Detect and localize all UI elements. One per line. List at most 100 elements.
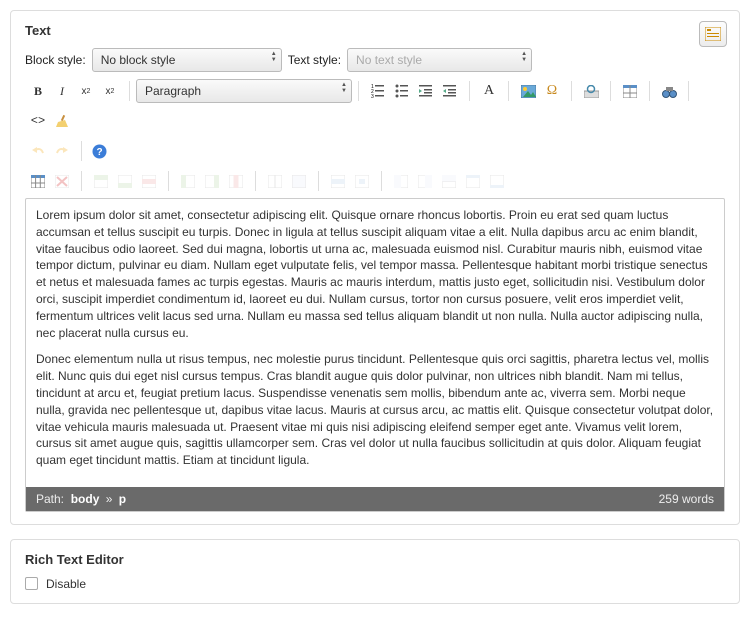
expand-panel-button[interactable] — [699, 21, 727, 47]
find-replace-button[interactable] — [658, 80, 680, 102]
insert-image-button[interactable] — [517, 80, 539, 102]
special-char-button[interactable]: Ω — [541, 80, 563, 102]
italic-icon: I — [54, 83, 70, 99]
row-before-button[interactable] — [90, 170, 112, 192]
indent-icon — [442, 83, 458, 99]
superscript-icon: x2 — [102, 83, 118, 99]
link-icon — [583, 83, 599, 99]
delete-col-button[interactable] — [225, 170, 247, 192]
table-misc1-icon — [393, 173, 409, 189]
undo-icon — [30, 143, 46, 159]
select-arrows-icon: ▲▼ — [341, 82, 347, 94]
table-misc4-button[interactable] — [462, 170, 484, 192]
table-delete-icon — [54, 173, 70, 189]
editor-frame: Lorem ipsum dolor sit amet, consectetur … — [25, 198, 725, 512]
delete-row-icon — [141, 173, 157, 189]
format-value: Paragraph — [145, 84, 201, 98]
row-props-icon — [330, 173, 346, 189]
panel-title: Text — [25, 23, 725, 38]
unordered-list-icon — [394, 83, 410, 99]
select-arrows-icon: ▲▼ — [521, 51, 527, 63]
text-panel: Text Block style: No block style ▲▼ Text… — [10, 10, 740, 525]
word-count: 259 words — [659, 492, 714, 506]
col-after-button[interactable] — [201, 170, 223, 192]
binoculars-icon — [661, 83, 677, 99]
broom-icon — [54, 113, 70, 129]
svg-text:?: ? — [96, 147, 102, 158]
superscript-button[interactable]: x2 — [99, 80, 121, 102]
toolbar-row-3 — [25, 168, 725, 194]
element-path[interactable]: Path: body » p — [36, 492, 126, 506]
table-misc2-icon — [417, 173, 433, 189]
omega-icon: Ω — [544, 83, 560, 99]
detail-view-icon — [705, 26, 721, 42]
indent-button[interactable] — [439, 80, 461, 102]
text-style-value: No text style — [356, 53, 422, 67]
redo-icon — [54, 143, 70, 159]
clear-formatting-button[interactable] — [51, 110, 73, 132]
link-button[interactable] — [580, 80, 602, 102]
table-props-button[interactable] — [27, 170, 49, 192]
undo-button[interactable] — [27, 140, 49, 162]
select-arrows-icon: ▲▼ — [271, 51, 277, 63]
row-before-icon — [93, 173, 109, 189]
bold-button[interactable]: B — [27, 80, 49, 102]
redo-button[interactable] — [51, 140, 73, 162]
unordered-list-button[interactable] — [391, 80, 413, 102]
table-misc3-button[interactable] — [438, 170, 460, 192]
status-bar: Path: body » p 259 words — [26, 487, 724, 511]
col-after-icon — [204, 173, 220, 189]
block-style-value: No block style — [101, 53, 176, 67]
help-button[interactable]: ? — [88, 140, 110, 162]
ordered-list-button[interactable]: 123 — [367, 80, 389, 102]
table-misc1-button[interactable] — [390, 170, 412, 192]
format-select[interactable]: Paragraph ▲▼ — [136, 79, 352, 103]
table-icon — [622, 83, 638, 99]
outdent-button[interactable] — [415, 80, 437, 102]
text-style-select[interactable]: No text style ▲▼ — [347, 48, 532, 72]
bold-icon: B — [30, 83, 46, 99]
merge-cell-button[interactable] — [288, 170, 310, 192]
toolbar-row-1: B I x2 x2 Paragraph ▲▼ 123 A Ω — [25, 78, 725, 134]
disable-checkbox[interactable] — [25, 577, 38, 590]
paragraph: Donec elementum nulla ut risus tempus, n… — [36, 351, 714, 469]
col-before-button[interactable] — [177, 170, 199, 192]
row-after-button[interactable] — [114, 170, 136, 192]
split-cell-icon — [267, 173, 283, 189]
image-icon — [520, 83, 536, 99]
cell-props-button[interactable] — [351, 170, 373, 192]
table-misc2-button[interactable] — [414, 170, 436, 192]
subscript-icon: x2 — [78, 83, 94, 99]
disable-label: Disable — [46, 577, 86, 591]
block-style-label: Block style: — [25, 53, 86, 67]
row-after-icon — [117, 173, 133, 189]
table-misc5-button[interactable] — [486, 170, 508, 192]
delete-row-button[interactable] — [138, 170, 160, 192]
editor-content[interactable]: Lorem ipsum dolor sit amet, consectetur … — [26, 199, 724, 487]
text-style-label: Text style: — [288, 53, 341, 67]
table-misc5-icon — [489, 173, 505, 189]
cell-props-icon — [354, 173, 370, 189]
merge-cell-icon — [291, 173, 307, 189]
subscript-button[interactable]: x2 — [75, 80, 97, 102]
font-icon: A — [481, 83, 497, 99]
block-style-select[interactable]: No block style ▲▼ — [92, 48, 282, 72]
outdent-icon — [418, 83, 434, 99]
col-before-icon — [180, 173, 196, 189]
ordered-list-icon: 123 — [370, 83, 386, 99]
source-code-button[interactable]: <> — [27, 110, 49, 132]
table-misc4-icon — [465, 173, 481, 189]
italic-button[interactable]: I — [51, 80, 73, 102]
delete-col-icon — [228, 173, 244, 189]
svg-text:3: 3 — [371, 94, 374, 98]
insert-table-button[interactable] — [619, 80, 641, 102]
row-props-button[interactable] — [327, 170, 349, 192]
delete-table-button[interactable] — [51, 170, 73, 192]
font-family-button[interactable]: A — [478, 80, 500, 102]
paragraph: Lorem ipsum dolor sit amet, consectetur … — [36, 207, 714, 341]
table-misc3-icon — [441, 173, 457, 189]
rich-text-editor-panel: Rich Text Editor Disable — [10, 539, 740, 604]
table-grid-icon — [30, 173, 46, 189]
split-cell-button[interactable] — [264, 170, 286, 192]
toolbar-row-2: ? — [25, 138, 725, 164]
